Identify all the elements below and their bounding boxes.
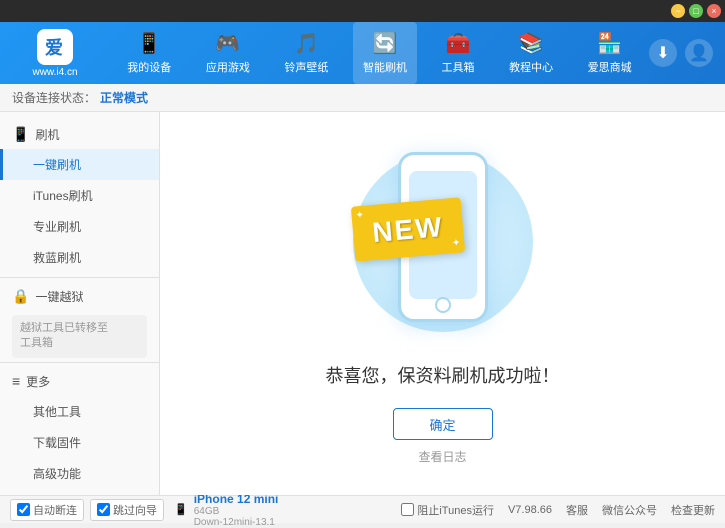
title-bar: − □ × bbox=[0, 0, 725, 22]
phone-button bbox=[435, 297, 451, 313]
header-right: ⬇ 👤 bbox=[649, 39, 725, 67]
bottom-right: 阻止iTunes运行 V7.98.66 客服 微信公众号 检查更新 bbox=[401, 502, 715, 518]
sidebar-item-pro-flash[interactable]: 专业刷机 bbox=[0, 211, 159, 242]
nav-apps-games-label: 应用游戏 bbox=[206, 59, 250, 75]
sidebar-item-download-firmware[interactable]: 下载固件 bbox=[0, 427, 159, 458]
smart-shop-icon: 🔄 bbox=[373, 31, 398, 56]
logo-url: www.i4.cn bbox=[32, 67, 77, 78]
itunes-label: 阻止iTunes运行 bbox=[417, 502, 494, 518]
ringtones-icon: 🎵 bbox=[294, 31, 319, 56]
skip-wizard-checkbox[interactable] bbox=[97, 503, 110, 516]
bottom-left: 自动断连 跳过向导 📱 iPhone 12 mini 64GB Down-12m… bbox=[10, 492, 278, 528]
sidebar-more-section: ≡ 更多 bbox=[0, 367, 159, 396]
skip-wizard-text: 跳过向导 bbox=[113, 502, 157, 518]
close-button[interactable]: × bbox=[707, 4, 721, 18]
itunes-checkbox[interactable] bbox=[401, 503, 414, 516]
sidebar-note-text: 越狱工具已转移至工具箱 bbox=[20, 322, 108, 349]
device-storage: 64GB bbox=[194, 506, 279, 517]
nav-toolbox-label: 工具箱 bbox=[442, 59, 475, 75]
header: 爱 www.i4.cn 📱 我的设备 🎮 应用游戏 🎵 铃声壁纸 🔄 智能刷机 … bbox=[0, 22, 725, 84]
nav-apps-games[interactable]: 🎮 应用游戏 bbox=[196, 22, 260, 84]
support-link[interactable]: 客服 bbox=[566, 502, 588, 518]
review-log-link[interactable]: 查看日志 bbox=[418, 448, 466, 465]
sidebar: 📱 刷机 一键刷机 iTunes刷机 专业刷机 救蓝刷机 🔒 一键越狱 越狱工具… bbox=[0, 112, 160, 495]
auto-disconnect-text: 自动断连 bbox=[33, 502, 77, 518]
nav-bar: 📱 我的设备 🎮 应用游戏 🎵 铃声壁纸 🔄 智能刷机 🧰 工具箱 📚 教程中心… bbox=[110, 22, 649, 84]
nav-smart-shop[interactable]: 🔄 智能刷机 bbox=[353, 22, 417, 84]
confirm-button[interactable]: 确定 bbox=[393, 408, 493, 440]
locked-label: 一键越狱 bbox=[35, 288, 83, 305]
itunes-flash-label: iTunes刷机 bbox=[33, 189, 93, 203]
auto-disconnect-checkbox[interactable] bbox=[17, 503, 30, 516]
main-area: 📱 刷机 一键刷机 iTunes刷机 专业刷机 救蓝刷机 🔒 一键越狱 越狱工具… bbox=[0, 112, 725, 495]
tutorial-icon: 📚 bbox=[519, 31, 544, 56]
nav-think-store-label: 爱思商城 bbox=[588, 59, 632, 75]
new-badge-text: NEW bbox=[371, 210, 445, 248]
minimize-button[interactable]: − bbox=[671, 4, 685, 18]
status-bar: 设备连接状态： 正常模式 bbox=[0, 84, 725, 112]
more-icon: ≡ bbox=[12, 373, 20, 389]
maximize-button[interactable]: □ bbox=[689, 4, 703, 18]
nav-smart-shop-label: 智能刷机 bbox=[363, 59, 407, 75]
status-label: 设备连接状态： bbox=[12, 89, 96, 106]
update-link[interactable]: 检查更新 bbox=[671, 502, 715, 518]
sidebar-locked-section: 🔒 一键越狱 bbox=[0, 282, 159, 311]
nav-toolbox[interactable]: 🧰 工具箱 bbox=[432, 22, 485, 84]
toolbox-icon: 🧰 bbox=[446, 31, 471, 56]
success-title: 恭喜您，保资料刷机成功啦！ bbox=[326, 362, 560, 388]
more-section-title: 更多 bbox=[26, 373, 50, 390]
sidebar-item-itunes-flash[interactable]: iTunes刷机 bbox=[0, 180, 159, 211]
sidebar-divider-1 bbox=[0, 277, 159, 278]
star-left-icon: ✦ bbox=[355, 210, 364, 222]
user-button[interactable]: 👤 bbox=[685, 39, 713, 67]
pro-flash-label: 专业刷机 bbox=[33, 220, 81, 234]
nav-tutorial[interactable]: 📚 教程中心 bbox=[499, 22, 563, 84]
nav-ringtones[interactable]: 🎵 铃声壁纸 bbox=[274, 22, 338, 84]
apps-games-icon: 🎮 bbox=[215, 31, 240, 56]
skip-wizard-label[interactable]: 跳过向导 bbox=[90, 499, 164, 521]
my-device-icon: 📱 bbox=[137, 31, 162, 56]
phone-small-icon: 📱 bbox=[174, 503, 188, 516]
download-button[interactable]: ⬇ bbox=[649, 39, 677, 67]
one-key-flash-label: 一键刷机 bbox=[33, 158, 81, 172]
download-firmware-label: 下载固件 bbox=[33, 436, 81, 450]
sidebar-divider-2 bbox=[0, 362, 159, 363]
device-info: 📱 iPhone 12 mini 64GB Down-12mini-13.1 bbox=[174, 492, 278, 528]
confirm-button-label: 确定 bbox=[429, 415, 455, 434]
think-store-icon: 🏪 bbox=[597, 31, 622, 56]
version-label: V7.98.66 bbox=[508, 504, 552, 516]
nav-my-device-label: 我的设备 bbox=[127, 59, 171, 75]
logo-icon: 爱 bbox=[37, 29, 73, 65]
status-value: 正常模式 bbox=[100, 89, 148, 106]
itunes-block: 阻止iTunes运行 bbox=[401, 502, 494, 518]
sidebar-item-one-key-flash[interactable]: 一键刷机 bbox=[0, 149, 159, 180]
other-tools-label: 其他工具 bbox=[33, 405, 81, 419]
flash-section-title: 刷机 bbox=[35, 126, 59, 143]
lock-icon: 🔒 bbox=[12, 288, 29, 305]
device-model: Down-12mini-13.1 bbox=[194, 517, 279, 528]
content-area: ✦ NEW ✦ 恭喜您，保资料刷机成功啦！ 确定 查看日志 bbox=[160, 112, 725, 495]
sidebar-section-flash: 📱 刷机 bbox=[0, 120, 159, 149]
flash-section-icon: 📱 bbox=[12, 126, 29, 143]
phone-illustration: ✦ NEW ✦ bbox=[343, 142, 543, 342]
nav-tutorial-label: 教程中心 bbox=[509, 59, 553, 75]
rescue-flash-label: 救蓝刷机 bbox=[33, 251, 81, 265]
wechat-link[interactable]: 微信公众号 bbox=[602, 502, 657, 518]
bottom-bar: 自动断连 跳过向导 📱 iPhone 12 mini 64GB Down-12m… bbox=[0, 495, 725, 523]
nav-think-store[interactable]: 🏪 爱思商城 bbox=[578, 22, 642, 84]
star-right-icon: ✦ bbox=[451, 238, 460, 250]
sidebar-note: 越狱工具已转移至工具箱 bbox=[12, 315, 147, 358]
new-badge: ✦ NEW ✦ bbox=[350, 197, 464, 261]
nav-my-device[interactable]: 📱 我的设备 bbox=[117, 22, 181, 84]
nav-ringtones-label: 铃声壁纸 bbox=[284, 59, 328, 75]
sidebar-item-advanced[interactable]: 高级功能 bbox=[0, 458, 159, 489]
auto-disconnect-label[interactable]: 自动断连 bbox=[10, 499, 84, 521]
svg-text:爱: 爱 bbox=[45, 38, 63, 58]
sidebar-item-rescue-flash[interactable]: 救蓝刷机 bbox=[0, 242, 159, 273]
logo-area: 爱 www.i4.cn bbox=[0, 29, 110, 78]
sidebar-item-other-tools[interactable]: 其他工具 bbox=[0, 396, 159, 427]
advanced-label: 高级功能 bbox=[33, 467, 81, 481]
